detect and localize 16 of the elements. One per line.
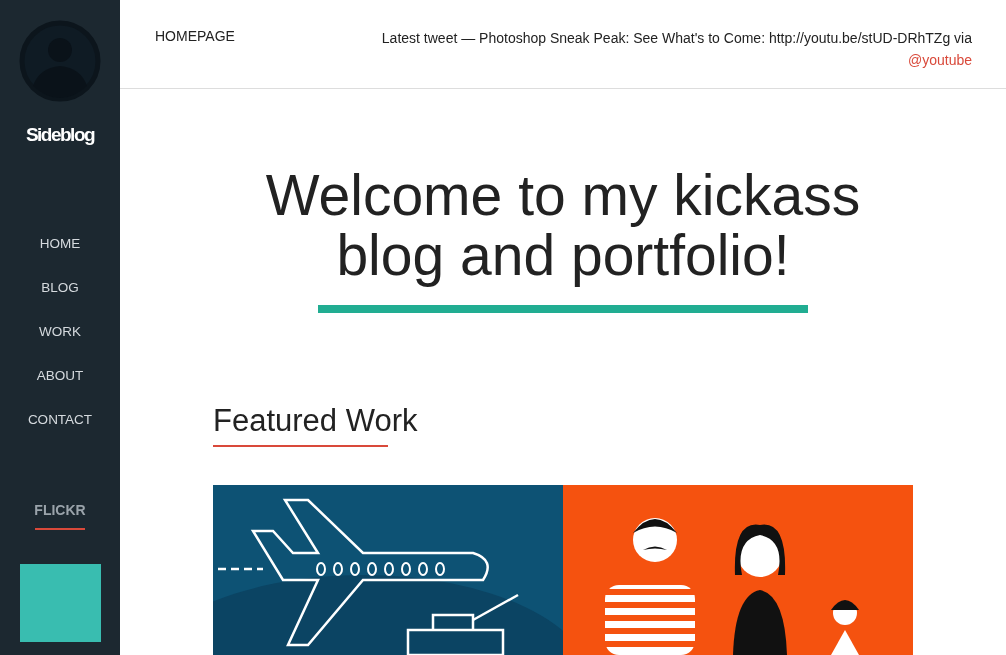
- latest-tweet: Latest tweet — Photoshop Sneak Peak: See What's to Come: http://youtu.be/stUD-DRhTZg via: [381, 30, 972, 46]
- nav-link[interactable]: WORK: [39, 322, 81, 342]
- twitter-handle-link[interactable]: @youtube: [907, 52, 972, 68]
- featured-work-heading: Featured Work: [213, 403, 418, 439]
- nav-link[interactable]: HOME: [39, 234, 81, 254]
- heading-underline: [35, 528, 85, 530]
- site-title: Sideblog: [25, 124, 95, 146]
- avatar-silhouette-icon: [19, 20, 101, 102]
- flickr-heading: FLICKR: [34, 502, 86, 518]
- nav-link[interactable]: ABOUT: [36, 366, 84, 386]
- hero-title: Welcome to my kickass blog and portfolio!: [264, 165, 862, 285]
- airplane-illustration[interactable]: [213, 485, 563, 655]
- homepage-link[interactable]: HOMEPAGE: [155, 28, 235, 46]
- nav-link[interactable]: CONTACT: [27, 410, 93, 430]
- nav-link[interactable]: BLOG: [41, 278, 79, 298]
- family-illustration[interactable]: [563, 485, 913, 655]
